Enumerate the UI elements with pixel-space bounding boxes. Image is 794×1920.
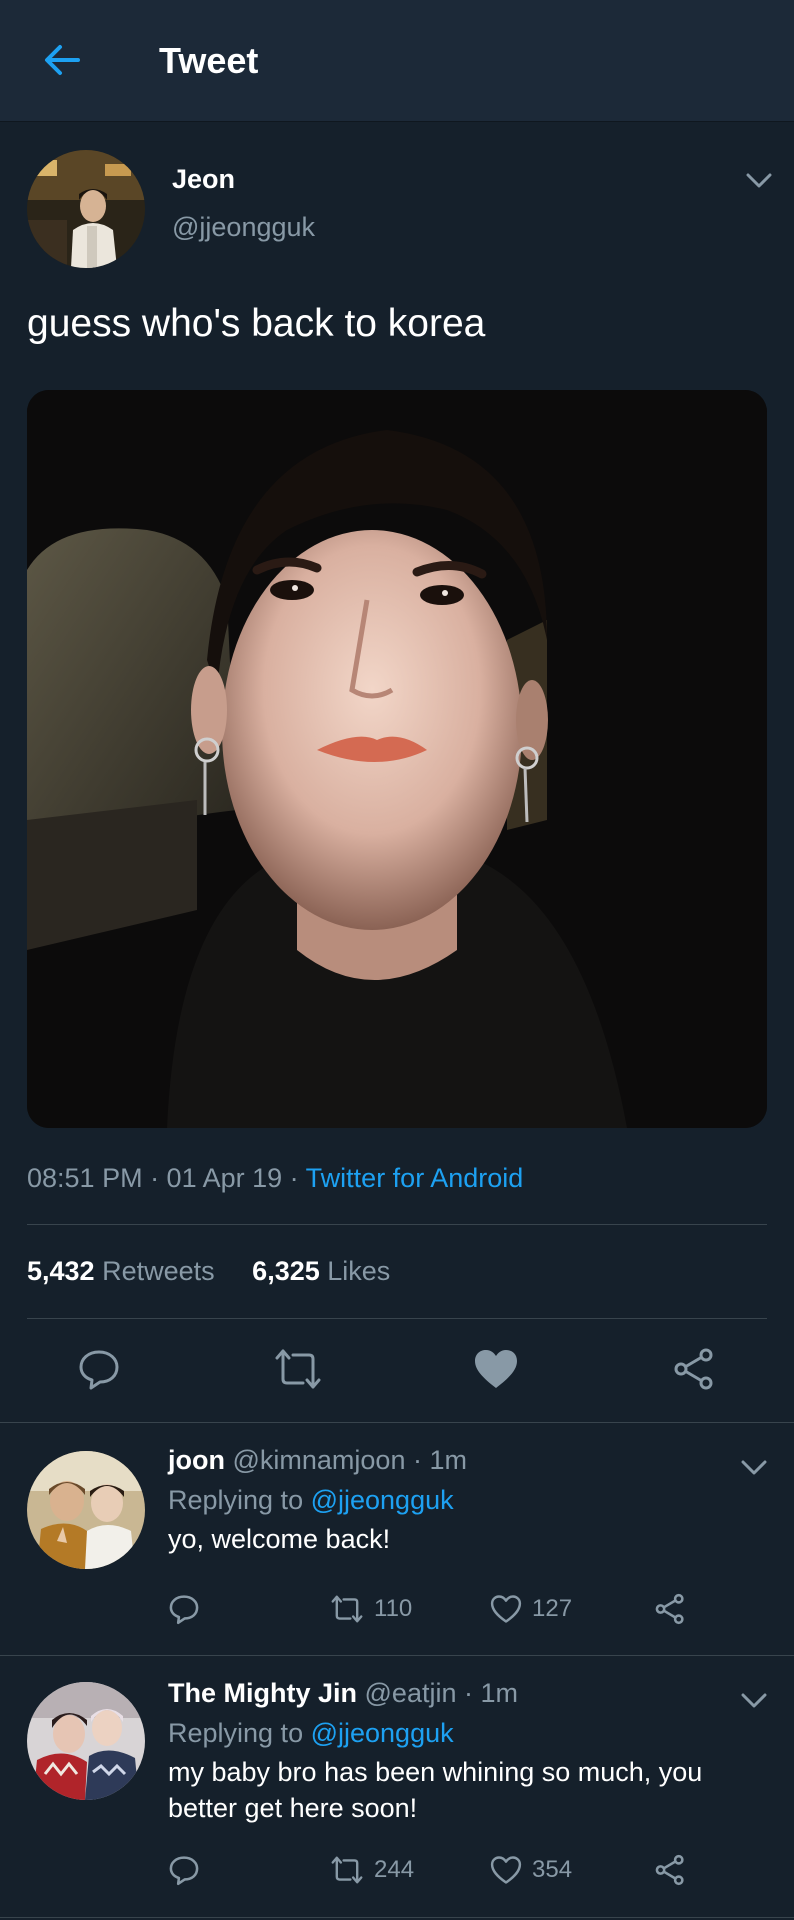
back-button[interactable]	[40, 38, 84, 82]
reply-retweet-button[interactable]: 110	[330, 1589, 412, 1629]
chevron-down-icon	[746, 173, 772, 188]
reply-reply-button[interactable]	[168, 1850, 200, 1890]
reply-button[interactable]	[71, 1341, 127, 1397]
reply-icon	[169, 1595, 199, 1625]
arrow-left-icon	[45, 45, 80, 75]
retweet-icon	[275, 1349, 321, 1389]
page-title: Tweet	[159, 40, 259, 81]
chevron-down-icon	[741, 1460, 767, 1475]
tweet-menu-button[interactable]	[742, 164, 776, 198]
retweets-stat[interactable]: 5,432 Retweets	[27, 1256, 215, 1286]
reply-share-button[interactable]	[654, 1589, 686, 1629]
reply-menu-button[interactable]	[737, 1684, 771, 1718]
divider	[27, 1318, 767, 1319]
reply-menu-button[interactable]	[737, 1451, 771, 1485]
reply-author-name[interactable]: The Mighty Jin	[168, 1678, 357, 1708]
replying-label: Replying to	[168, 1718, 311, 1748]
reply-like-button[interactable]: 354	[490, 1850, 572, 1890]
reply-icon	[169, 1856, 199, 1886]
author-avatar[interactable]	[27, 150, 145, 268]
retweet-button[interactable]	[270, 1341, 326, 1397]
divider	[27, 1224, 767, 1225]
reply-share-button[interactable]	[654, 1850, 686, 1890]
reply-like-count: 354	[532, 1856, 573, 1883]
heart-outline-icon	[490, 1595, 522, 1623]
retweet-icon	[331, 1856, 363, 1884]
replying-to: Replying to @jjeongguk	[168, 1485, 454, 1516]
reply-item[interactable]: joon @kimnamjoon · 1m Replying to @jjeon…	[0, 1423, 794, 1655]
section-divider	[0, 1917, 794, 1918]
reply-like-count: 127	[532, 1595, 573, 1622]
retweets-label: Retweets	[102, 1256, 215, 1286]
share-icon	[655, 1854, 684, 1886]
likes-count: 6,325	[252, 1256, 320, 1286]
reply-retweet-button[interactable]: 244	[330, 1850, 414, 1890]
reply-reply-button[interactable]	[168, 1589, 200, 1629]
reply-header: The Mighty Jin @eatjin · 1m	[168, 1678, 518, 1709]
replying-label: Replying to	[168, 1485, 311, 1515]
likes-label: Likes	[327, 1256, 391, 1286]
author-handle[interactable]: @jjeongguk	[172, 212, 315, 243]
tweet-meta: 08:51 PM · 01 Apr 19 · Twitter for Andro…	[27, 1163, 523, 1194]
retweets-count: 5,432	[27, 1256, 95, 1286]
reply-time: · 1m	[464, 1678, 518, 1708]
share-icon	[674, 1348, 713, 1390]
tweet-text: guess who's back to korea	[27, 302, 486, 345]
author-name[interactable]: Jeon	[172, 164, 235, 195]
reply-author-handle[interactable]: @kimnamjoon	[233, 1445, 406, 1475]
reply-text: my baby bro has been whining so much, yo…	[168, 1757, 703, 1823]
chevron-down-icon	[741, 1693, 767, 1708]
reply-icon	[79, 1350, 119, 1390]
heart-icon	[475, 1350, 517, 1388]
reply-avatar[interactable]	[27, 1682, 145, 1800]
tweet-timestamp: 08:51 PM · 01 Apr 19 ·	[27, 1163, 306, 1193]
replying-mention[interactable]: @jjeongguk	[311, 1718, 454, 1748]
share-icon	[655, 1593, 684, 1625]
reply-header: joon @kimnamjoon · 1m	[168, 1445, 467, 1476]
replying-mention[interactable]: @jjeongguk	[311, 1485, 454, 1515]
retweet-icon	[331, 1595, 363, 1623]
reply-author-handle[interactable]: @eatjin	[365, 1678, 457, 1708]
replying-to: Replying to @jjeongguk	[168, 1718, 454, 1749]
reply-text: yo, welcome back!	[168, 1524, 391, 1554]
top-bar: Tweet	[0, 0, 794, 122]
heart-outline-icon	[490, 1856, 522, 1884]
likes-stat[interactable]: 6,325 Likes	[252, 1256, 390, 1286]
reply-item[interactable]: The Mighty Jin @eatjin · 1m Replying to …	[0, 1656, 794, 1918]
tweet-photo[interactable]	[27, 390, 767, 1128]
reply-time: · 1m	[412, 1445, 467, 1475]
reply-author-name[interactable]: joon	[168, 1445, 225, 1475]
share-button[interactable]	[666, 1341, 722, 1397]
reply-like-button[interactable]: 127	[490, 1589, 572, 1629]
reply-retweet-count: 244	[374, 1856, 415, 1883]
reply-avatar[interactable]	[27, 1451, 145, 1569]
tweet-source-link[interactable]: Twitter for Android	[306, 1163, 524, 1193]
like-button[interactable]	[468, 1341, 524, 1397]
reply-retweet-count: 110	[374, 1595, 413, 1622]
tweet-stats: 5,432 Retweets 6,325 Likes	[27, 1256, 390, 1287]
tweet-author: Jeon @jjeongguk	[0, 122, 794, 282]
